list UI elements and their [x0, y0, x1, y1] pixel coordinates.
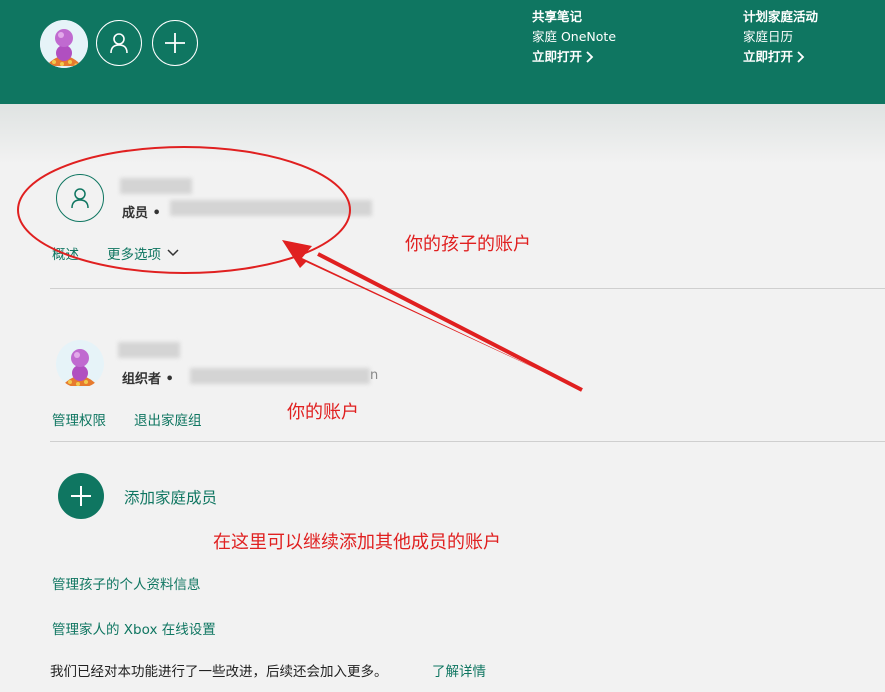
chevron-right-icon: [586, 51, 594, 63]
more-options-label: 更多选项: [107, 247, 161, 263]
promo-subtitle: 家庭日历: [743, 29, 794, 44]
member-role: 成员 •: [122, 206, 161, 221]
plus-icon: [165, 33, 185, 53]
overview-link[interactable]: 概述: [52, 243, 79, 263]
manage-permissions-link[interactable]: 管理权限: [52, 409, 106, 429]
manage-xbox-settings-link[interactable]: 管理家人的 Xbox 在线设置: [52, 618, 216, 638]
promo-calendar: 计划家庭活动 家庭日历 立即打开: [743, 7, 818, 67]
plus-icon: [71, 486, 91, 506]
manage-child-profile-link[interactable]: 管理孩子的个人资料信息: [52, 573, 201, 593]
organizer-avatar[interactable]: [56, 340, 104, 388]
blurred-email: [170, 200, 372, 216]
promo-link-label: 立即打开: [532, 49, 583, 64]
divider: [50, 288, 885, 289]
account-button[interactable]: [96, 20, 142, 66]
add-member-label[interactable]: 添加家庭成员: [124, 486, 217, 508]
promo-subtitle: 家庭 OneNote: [532, 29, 617, 44]
footer-text: 我们已经对本功能进行了一些改进，后续还会加入更多。: [50, 664, 388, 680]
family-page: 共享笔记 家庭 OneNote 立即打开 计划家庭活动 家庭日历 立即打开 成员…: [0, 0, 885, 692]
chevron-right-icon: [797, 51, 805, 63]
child-avatar[interactable]: [56, 174, 104, 222]
promo-link-label: 立即打开: [743, 49, 794, 64]
annotation-your-account: 你的账户: [287, 402, 359, 423]
add-member-button[interactable]: [58, 473, 104, 519]
header-shadow: [0, 104, 885, 164]
blurred-name: [118, 342, 180, 358]
promo-open-link[interactable]: 立即打开: [743, 47, 818, 67]
email-tail: n: [370, 368, 379, 383]
divider: [50, 441, 885, 442]
annotation-add-accounts: 在这里可以继续添加其他成员的账户: [213, 532, 501, 553]
blurred-name: [120, 178, 192, 194]
promo-title: 共享笔记: [532, 9, 583, 24]
promo-title: 计划家庭活动: [743, 9, 819, 24]
person-icon: [71, 188, 89, 209]
more-options-dropdown[interactable]: 更多选项: [107, 243, 179, 263]
add-button[interactable]: [152, 20, 198, 66]
person-icon: [110, 33, 128, 54]
promo-open-link[interactable]: 立即打开: [532, 47, 616, 67]
leave-family-link[interactable]: 退出家庭组: [134, 409, 202, 429]
family-avatar[interactable]: [40, 20, 88, 68]
promo-onenote: 共享笔记 家庭 OneNote 立即打开: [532, 7, 616, 67]
chevron-down-icon: [167, 249, 179, 257]
learn-more-link[interactable]: 了解详情: [432, 660, 486, 680]
annotation-child-account: 你的孩子的账户: [405, 234, 531, 255]
member-role: 组织者 •: [122, 372, 174, 387]
blurred-email: [190, 368, 370, 384]
